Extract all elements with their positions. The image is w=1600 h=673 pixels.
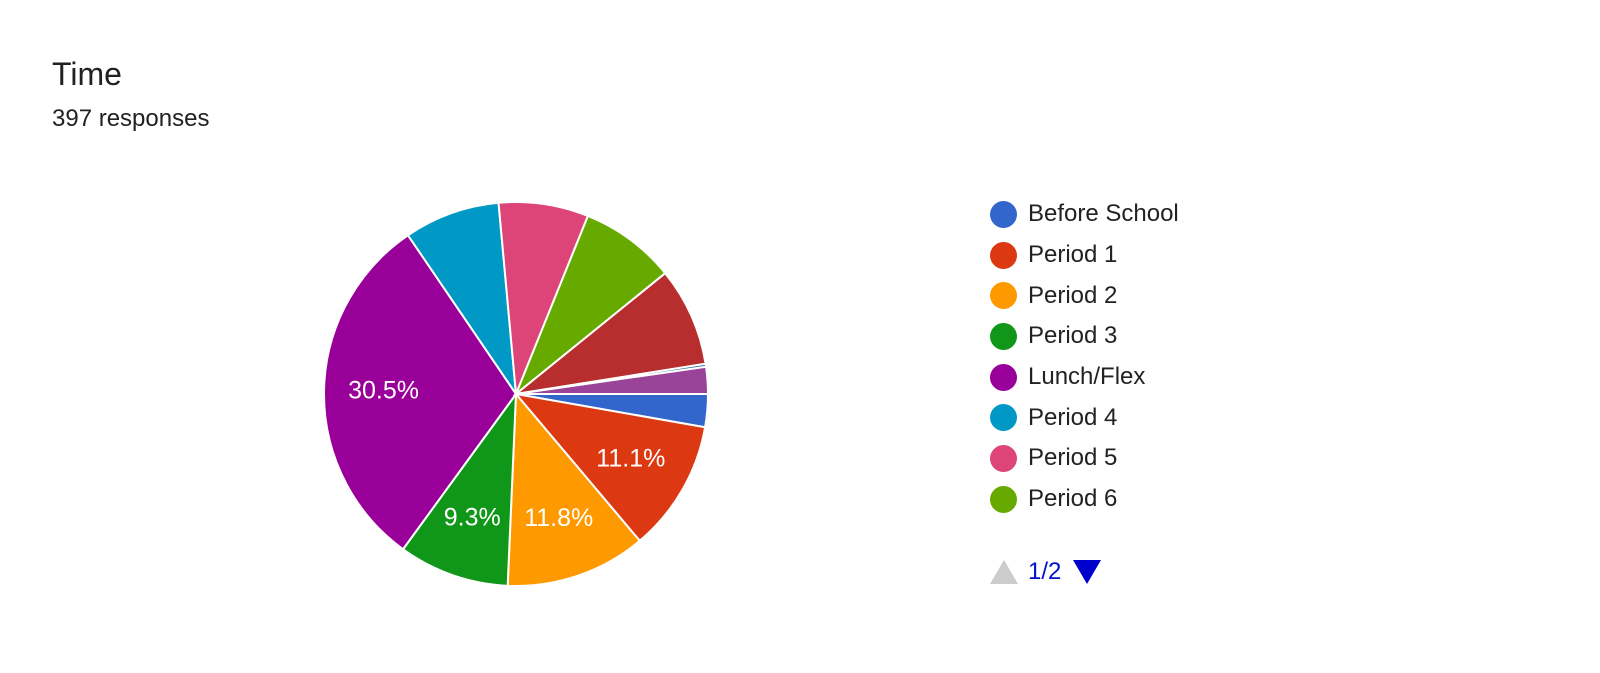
legend-color-dot-icon (990, 444, 1017, 472)
legend-label: Period 6 (1028, 485, 1118, 513)
legend-label: Period 5 (1028, 444, 1118, 472)
legend-color-dot-icon (990, 322, 1017, 350)
legend-color-dot-icon (990, 485, 1017, 513)
legend-item[interactable]: Before School (990, 194, 1179, 235)
legend-label: Period 3 (1028, 322, 1118, 350)
pie-slice-label: 9.3% (444, 504, 501, 532)
legend-page-indicator: 1/2 (1028, 558, 1062, 585)
legend: Before School Period 1 Period 2 Period 3 Lun… (990, 194, 1179, 520)
legend-item[interactable]: Period 6 (990, 479, 1179, 520)
triangle-down-icon[interactable] (1073, 560, 1102, 584)
legend-label: Period 4 (1028, 403, 1118, 431)
legend-item[interactable]: Period 4 (990, 397, 1179, 438)
legend-item[interactable]: Period 1 (990, 235, 1179, 276)
legend-label: Period 2 (1028, 281, 1118, 309)
pie-slice-label: 11.1% (596, 445, 665, 473)
legend-color-dot-icon (990, 241, 1017, 269)
legend-color-dot-icon (990, 200, 1017, 228)
pie-chart: 11.1% 11.8% 9.3% 30.5% (323, 201, 710, 587)
legend-color-dot-icon (990, 282, 1017, 310)
triangle-up-icon (990, 560, 1018, 584)
legend-item[interactable]: Lunch/Flex (990, 357, 1179, 398)
legend-item[interactable]: Period 3 (990, 316, 1179, 357)
legend-label: Lunch/Flex (1028, 363, 1146, 391)
pie-slice-label: 30.5% (348, 377, 419, 405)
pie-slice-label: 11.8% (524, 504, 593, 532)
legend-color-dot-icon (990, 404, 1017, 432)
legend-item[interactable]: Period 5 (990, 438, 1179, 479)
legend-label: Period 1 (1028, 241, 1118, 269)
legend-pager: 1/2 (990, 558, 1102, 586)
legend-color-dot-icon (990, 363, 1017, 391)
legend-item[interactable]: Period 2 (990, 275, 1179, 316)
legend-label: Before School (1028, 200, 1179, 228)
